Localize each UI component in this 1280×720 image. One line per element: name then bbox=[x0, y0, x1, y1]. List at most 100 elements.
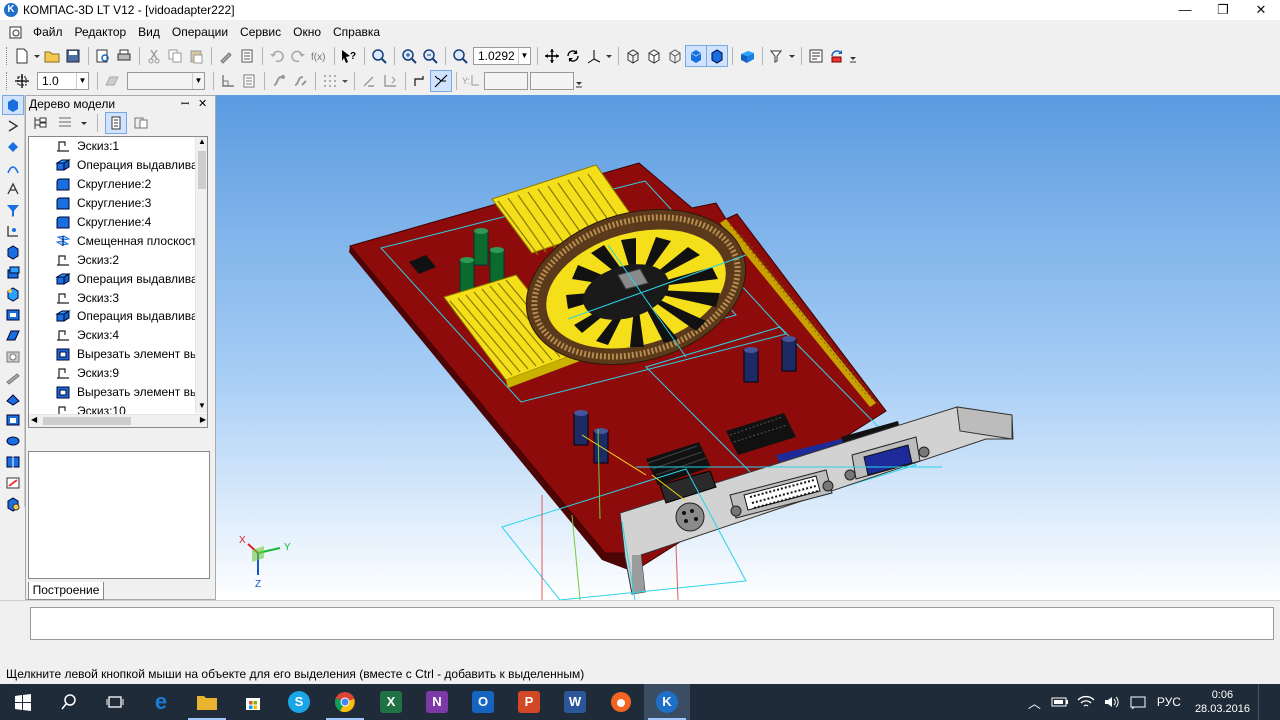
toolbar-overflow-icon[interactable] bbox=[574, 71, 584, 91]
taskbar-edge[interactable]: e bbox=[138, 684, 184, 720]
tree-item[interactable]: Эскиз:2 bbox=[29, 250, 207, 269]
wifi-icon[interactable] bbox=[1077, 695, 1095, 709]
pan-icon[interactable] bbox=[542, 46, 562, 66]
details-icon[interactable] bbox=[3, 243, 23, 261]
local-cs-icon[interactable] bbox=[218, 71, 238, 91]
menu-operations[interactable]: Операции bbox=[166, 21, 234, 43]
cutout-icon[interactable] bbox=[3, 411, 23, 429]
tree-item[interactable]: Скругление:4 bbox=[29, 213, 207, 232]
tree-close-button[interactable]: ✕ bbox=[198, 97, 207, 110]
filter-icon[interactable] bbox=[767, 46, 787, 66]
perspective-icon[interactable] bbox=[737, 46, 757, 66]
auxiliary-geometry-icon[interactable] bbox=[3, 138, 23, 156]
tree-item[interactable]: Скругление:2 bbox=[29, 175, 207, 194]
copy-icon[interactable] bbox=[165, 46, 185, 66]
surfaces-icon[interactable] bbox=[3, 264, 23, 282]
tree-item[interactable]: Смещенная плоскост bbox=[29, 231, 207, 250]
tree-item[interactable]: Вырезать элемент вы bbox=[29, 345, 207, 364]
3d-scene[interactable]: X Y Z bbox=[216, 95, 1280, 600]
open-folder-icon[interactable] bbox=[42, 46, 62, 66]
paste-icon[interactable] bbox=[186, 46, 206, 66]
tree-list-view-icon[interactable] bbox=[55, 113, 75, 133]
volume-icon[interactable] bbox=[1103, 695, 1121, 709]
search-button[interactable] bbox=[46, 684, 92, 720]
tree-item[interactable]: Операция выдавливан bbox=[29, 269, 207, 288]
tree-structure-icon[interactable] bbox=[30, 113, 50, 133]
taskbar-excel[interactable]: X bbox=[368, 684, 414, 720]
tree-item[interactable]: Скругление:3 bbox=[29, 194, 207, 213]
dimensions-icon[interactable] bbox=[3, 180, 23, 198]
taskbar-kompas[interactable]: K bbox=[644, 684, 690, 720]
mirror-icon[interactable] bbox=[3, 453, 23, 471]
rebuild-icon[interactable] bbox=[827, 46, 847, 66]
shell-icon[interactable] bbox=[3, 390, 23, 408]
hole-icon[interactable] bbox=[3, 348, 23, 366]
tree-filter-icon[interactable] bbox=[105, 112, 127, 134]
tree-item[interactable]: Вырезать элемент вы bbox=[29, 383, 207, 402]
measure-icon[interactable] bbox=[3, 222, 23, 240]
toolbar-grip[interactable] bbox=[6, 47, 9, 65]
shaded-edges-icon[interactable] bbox=[706, 45, 728, 67]
zoom-scale-icon[interactable] bbox=[450, 46, 470, 66]
notification-icon[interactable] bbox=[1129, 695, 1147, 709]
properties-icon[interactable] bbox=[237, 46, 257, 66]
zoom-in-icon[interactable] bbox=[399, 46, 419, 66]
scroll-up-arrow-icon[interactable]: ▲ bbox=[196, 137, 207, 149]
undo-icon[interactable] bbox=[267, 46, 287, 66]
menu-editor[interactable]: Редактор bbox=[69, 21, 133, 43]
3d-viewport[interactable]: X Y Z bbox=[216, 95, 1280, 600]
layer-style-icon[interactable] bbox=[102, 71, 122, 91]
taskbar-store[interactable] bbox=[230, 684, 276, 720]
colors-icon[interactable] bbox=[3, 474, 23, 492]
battery-icon[interactable] bbox=[1051, 695, 1069, 709]
menu-window[interactable]: Окно bbox=[287, 21, 327, 43]
shaded-icon[interactable] bbox=[685, 45, 707, 67]
tree-vertical-scrollbar[interactable]: ▲ ▼ bbox=[195, 137, 207, 413]
dropdown-arrow-icon[interactable] bbox=[605, 46, 613, 66]
orientation-icon[interactable] bbox=[584, 46, 604, 66]
dropdown-arrow-icon[interactable] bbox=[33, 46, 41, 66]
spatial-curves-icon[interactable] bbox=[3, 159, 23, 177]
snap-active-icon[interactable] bbox=[430, 70, 452, 92]
toolbar-overflow-icon[interactable] bbox=[848, 46, 858, 66]
taskbar-powerpoint[interactable]: P bbox=[506, 684, 552, 720]
dropdown-arrow-icon[interactable] bbox=[341, 71, 349, 91]
dropdown-arrow-icon[interactable] bbox=[788, 46, 796, 66]
thin-hidden-icon[interactable] bbox=[665, 46, 685, 66]
start-button[interactable] bbox=[0, 684, 46, 720]
save-icon[interactable] bbox=[63, 46, 83, 66]
taskbar-onenote[interactable]: N bbox=[414, 684, 460, 720]
ortho-icon[interactable] bbox=[359, 71, 379, 91]
menu-service[interactable]: Сервис bbox=[234, 21, 287, 43]
attributes-icon[interactable] bbox=[3, 495, 23, 513]
language-indicator[interactable]: РУС bbox=[1151, 695, 1187, 709]
tray-overflow-icon[interactable]: ︿ bbox=[1022, 693, 1047, 712]
new-document-icon[interactable] bbox=[12, 46, 32, 66]
minimize-button[interactable]: — bbox=[1166, 0, 1204, 20]
zoom-window-icon[interactable] bbox=[369, 46, 389, 66]
rotation-body-icon[interactable] bbox=[3, 432, 23, 450]
parametric-icon[interactable] bbox=[380, 71, 400, 91]
selection-filter-icon[interactable] bbox=[3, 201, 23, 219]
action-center-icon[interactable] bbox=[1258, 684, 1280, 720]
sheet-body-icon[interactable] bbox=[3, 306, 23, 324]
style-select[interactable]: ▼ bbox=[127, 72, 205, 90]
taskbar-chrome[interactable] bbox=[322, 684, 368, 720]
snap-settings-icon[interactable] bbox=[290, 71, 310, 91]
scroll-left-arrow-icon[interactable]: ◀ bbox=[31, 415, 37, 424]
arrays-icon[interactable] bbox=[3, 285, 23, 303]
print-icon[interactable] bbox=[114, 46, 134, 66]
format-brush-icon[interactable] bbox=[216, 46, 236, 66]
taskbar-skype[interactable]: S bbox=[276, 684, 322, 720]
context-help-icon[interactable]: ? bbox=[339, 46, 359, 66]
scroll-thumb[interactable] bbox=[198, 151, 206, 189]
cursor-step-icon[interactable] bbox=[12, 71, 32, 91]
rotate-icon[interactable] bbox=[563, 46, 583, 66]
tree-item[interactable]: Операция выдавливан bbox=[29, 156, 207, 175]
print-preview-icon[interactable] bbox=[93, 46, 113, 66]
property-box[interactable] bbox=[30, 607, 1274, 640]
variables-icon[interactable]: f(x) bbox=[309, 46, 329, 66]
coord-y-field[interactable] bbox=[530, 72, 574, 90]
task-view-button[interactable] bbox=[92, 684, 138, 720]
redo-icon[interactable] bbox=[288, 46, 308, 66]
